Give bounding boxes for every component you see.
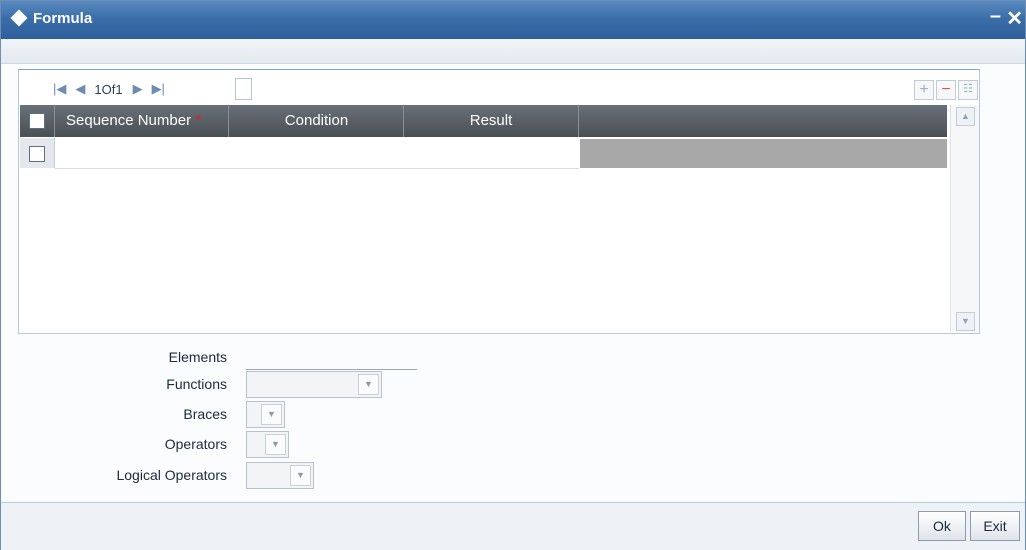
vertical-scrollbar[interactable]: ▲ ▼ <box>950 105 979 332</box>
row-checkbox[interactable] <box>29 146 45 162</box>
pager: |◀ ◀ 1Of1 ▶ ▶| <box>53 78 174 100</box>
select-all-cell <box>20 105 55 137</box>
select-all-checkbox[interactable] <box>29 113 45 129</box>
last-page-icon[interactable]: ▶| <box>152 81 165 97</box>
logical-operators-label: Logical Operators <box>116 467 227 483</box>
exit-button[interactable]: Exit <box>970 511 1020 541</box>
grid-header: Sequence Number * Condition Result <box>20 105 947 137</box>
first-page-icon[interactable]: |◀ <box>53 81 66 97</box>
ok-button[interactable]: Ok <box>918 511 966 541</box>
close-button[interactable]: ✕ <box>1006 6 1023 31</box>
formula-window: Formula – ✕ |◀ ◀ 1Of1 ▶ ▶| + − ☷ Sequenc… <box>0 0 1026 550</box>
column-header-result[interactable]: Result <box>404 105 579 137</box>
column-label: Result <box>469 112 513 129</box>
column-label: Condition <box>284 112 349 129</box>
title-bar[interactable]: Formula – ✕ <box>1 1 1025 39</box>
logical-operators-select[interactable]: ▼ <box>246 462 314 489</box>
functions-label: Functions <box>166 376 227 392</box>
chevron-down-icon: ▼ <box>265 434 286 455</box>
formula-grid: |◀ ◀ 1Of1 ▶ ▶| + − ☷ Sequence Number * C… <box>18 69 980 334</box>
chevron-down-icon: ▼ <box>290 465 311 486</box>
braces-label: Braces <box>183 406 227 422</box>
elements-field[interactable] <box>246 353 417 370</box>
diamond-icon <box>10 9 28 27</box>
header-band <box>1 39 1025 64</box>
next-page-icon[interactable]: ▶ <box>133 81 143 97</box>
disabled-cell <box>580 139 947 168</box>
add-row-icon[interactable]: + <box>914 80 934 100</box>
column-label: Sequence Number <box>66 112 192 129</box>
scroll-down-icon[interactable]: ▼ <box>956 312 975 331</box>
scroll-up-icon[interactable]: ▲ <box>956 107 975 126</box>
page-indicator: 1Of1 <box>94 81 123 97</box>
elements-label: Elements <box>168 349 227 365</box>
footer-bar <box>1 502 1025 550</box>
row-data-cells[interactable] <box>55 138 579 169</box>
page-jump-input[interactable] <box>235 78 252 100</box>
window-title: Formula <box>33 10 93 27</box>
delete-row-icon[interactable]: − <box>936 80 956 100</box>
chevron-down-icon: ▼ <box>261 404 282 425</box>
required-marker: * <box>195 112 202 129</box>
row-select-cell <box>20 138 55 168</box>
chevron-down-icon: ▼ <box>358 374 379 395</box>
functions-select[interactable]: ▼ <box>246 371 382 398</box>
table-row[interactable] <box>20 138 947 169</box>
column-header-sequence-number[interactable]: Sequence Number * <box>55 105 229 137</box>
prev-page-icon[interactable]: ◀ <box>75 81 85 97</box>
minimize-button[interactable]: – <box>990 5 1001 28</box>
column-header-condition[interactable]: Condition <box>230 105 404 137</box>
row-tools: + − ☷ <box>914 80 978 100</box>
braces-select[interactable]: ▼ <box>246 401 285 428</box>
columns-icon[interactable]: ☷ <box>958 80 978 100</box>
operators-select[interactable]: ▼ <box>246 431 289 458</box>
operators-label: Operators <box>164 436 227 452</box>
